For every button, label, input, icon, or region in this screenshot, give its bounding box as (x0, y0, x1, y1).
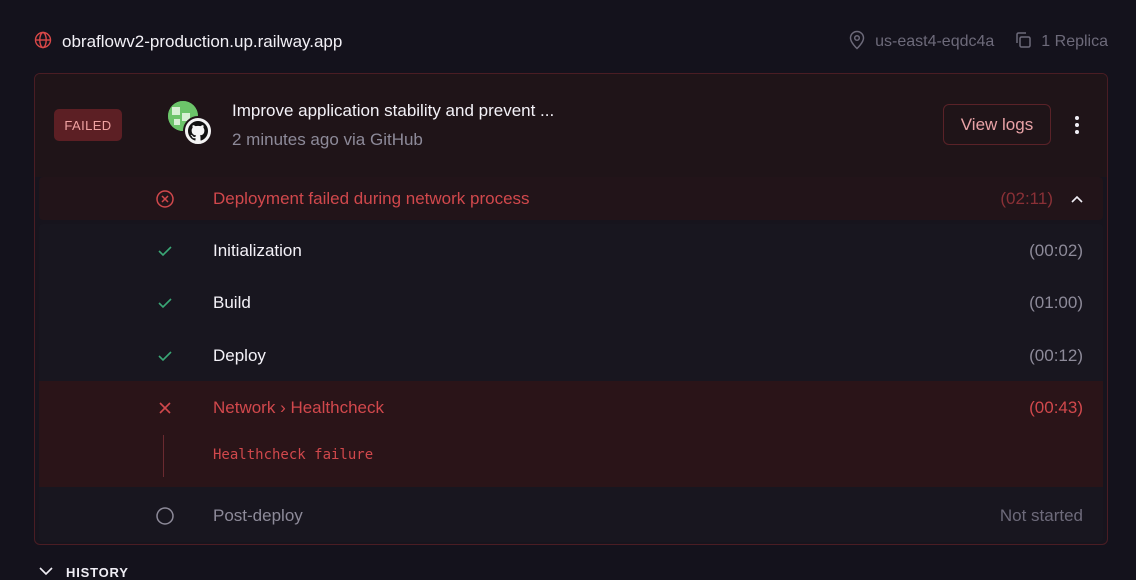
globe-icon (34, 31, 52, 54)
step-label: Post-deploy (213, 505, 303, 525)
deployment-card[interactable]: FAILED Improve application stability and… (34, 73, 1108, 545)
check-icon (155, 293, 175, 313)
commit-message[interactable]: Improve application stability and preven… (232, 101, 554, 121)
chevron-up-icon[interactable] (1067, 189, 1087, 209)
step-label: Deploy (213, 345, 266, 365)
log-output: Healthcheck failure (213, 447, 374, 463)
region-info: us-east4-eqdc4a (848, 30, 994, 55)
step-duration: (00:02) (1029, 240, 1083, 260)
step-label: Initialization (213, 240, 302, 260)
circle-pending-icon (155, 506, 175, 526)
check-icon (155, 241, 175, 261)
circle-x-icon (155, 189, 175, 209)
service-domain-link[interactable]: obraflowv2-production.up.railway.app (62, 32, 342, 52)
list-item: Build (01:00) (39, 276, 1103, 329)
service-header: obraflowv2-production.up.railway.app us-… (34, 28, 1108, 56)
failure-summary-text: Deployment failed during network process (213, 188, 530, 208)
view-logs-button[interactable]: View logs (943, 104, 1051, 145)
history-label: HISTORY (66, 565, 129, 580)
replica-info: 1 Replica (1014, 31, 1108, 54)
chevron-down-icon (38, 565, 54, 580)
step-duration: (00:12) (1029, 345, 1083, 365)
github-icon (183, 116, 213, 146)
log-indent-line (163, 435, 164, 477)
step-duration: (00:43) (1029, 397, 1083, 417)
x-icon (155, 398, 175, 418)
deployment-subtitle: 2 minutes ago via GitHub (232, 130, 423, 149)
replica-count: 1 Replica (1041, 33, 1108, 50)
list-item: Network › Healthcheck (00:43) (39, 381, 1103, 434)
failed-step-block[interactable]: Network › Healthcheck (00:43) Healthchec… (39, 381, 1103, 487)
list-item: Initialization (00:02) (39, 224, 1103, 277)
check-icon (155, 346, 175, 366)
step-label: Network › Healthcheck (213, 397, 385, 417)
deployment-header: FAILED Improve application stability and… (35, 74, 1107, 177)
failure-duration: (02:11) (1000, 188, 1053, 208)
step-label: Build (213, 292, 251, 312)
more-options-icon[interactable] (1065, 111, 1089, 139)
list-item: Post-deploy Not started (39, 489, 1103, 542)
list-item: Deploy (00:12) (39, 329, 1103, 382)
history-toggle[interactable]: HISTORY (38, 565, 129, 580)
deployment-steps: Initialization (00:02) Build (01:00) Dep… (39, 224, 1103, 542)
step-duration: Not started (999, 505, 1083, 525)
copy-replicas-icon (1014, 31, 1032, 54)
region-label: us-east4-eqdc4a (875, 33, 995, 50)
step-duration: (01:00) (1029, 292, 1083, 312)
failure-summary-row[interactable]: Deployment failed during network process… (39, 177, 1103, 220)
status-badge: FAILED (54, 109, 122, 141)
location-pin-icon (848, 30, 866, 55)
